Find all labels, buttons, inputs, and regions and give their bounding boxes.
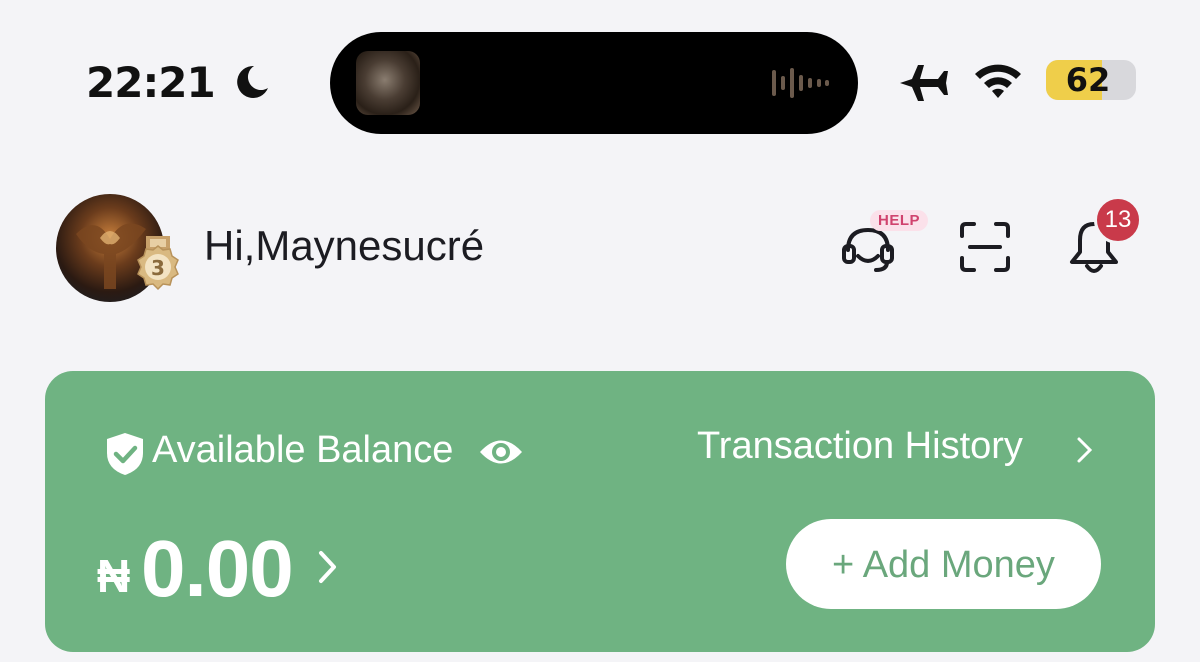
medal-level-text: 3 xyxy=(151,256,165,280)
balance-amount[interactable]: 0.00 xyxy=(141,523,294,615)
audio-waveform-icon xyxy=(772,68,829,98)
eye-icon[interactable] xyxy=(478,433,524,471)
battery-level: 62 xyxy=(1065,61,1111,99)
chevron-right-icon[interactable] xyxy=(1075,435,1095,465)
status-time: 22:21 xyxy=(86,58,216,107)
shield-check-icon xyxy=(107,433,143,475)
add-money-button[interactable]: + Add Money xyxy=(786,519,1101,609)
level-medal-icon: 3 xyxy=(137,236,179,291)
currency-symbol: ₦ xyxy=(97,550,131,602)
battery-indicator: 62 xyxy=(1046,60,1136,100)
balance-card: Available Balance Transaction History ₦ … xyxy=(45,371,1155,652)
moon-icon xyxy=(237,65,268,98)
available-balance-label: Available Balance xyxy=(152,429,454,471)
transaction-history-link[interactable]: Transaction History xyxy=(697,425,1023,468)
scan-icon[interactable] xyxy=(958,220,1012,274)
now-playing-thumbnail[interactable] xyxy=(356,51,420,115)
greeting: Hi,Maynesucré xyxy=(204,222,485,269)
notification-count-badge[interactable]: 13 xyxy=(1094,196,1142,244)
chevron-right-icon[interactable] xyxy=(317,549,339,585)
wifi-icon xyxy=(975,64,1021,98)
help-badge[interactable]: HELP xyxy=(870,210,929,231)
battery-cap xyxy=(1130,72,1136,88)
dynamic-island[interactable] xyxy=(330,32,858,134)
airplane-icon xyxy=(900,65,948,101)
